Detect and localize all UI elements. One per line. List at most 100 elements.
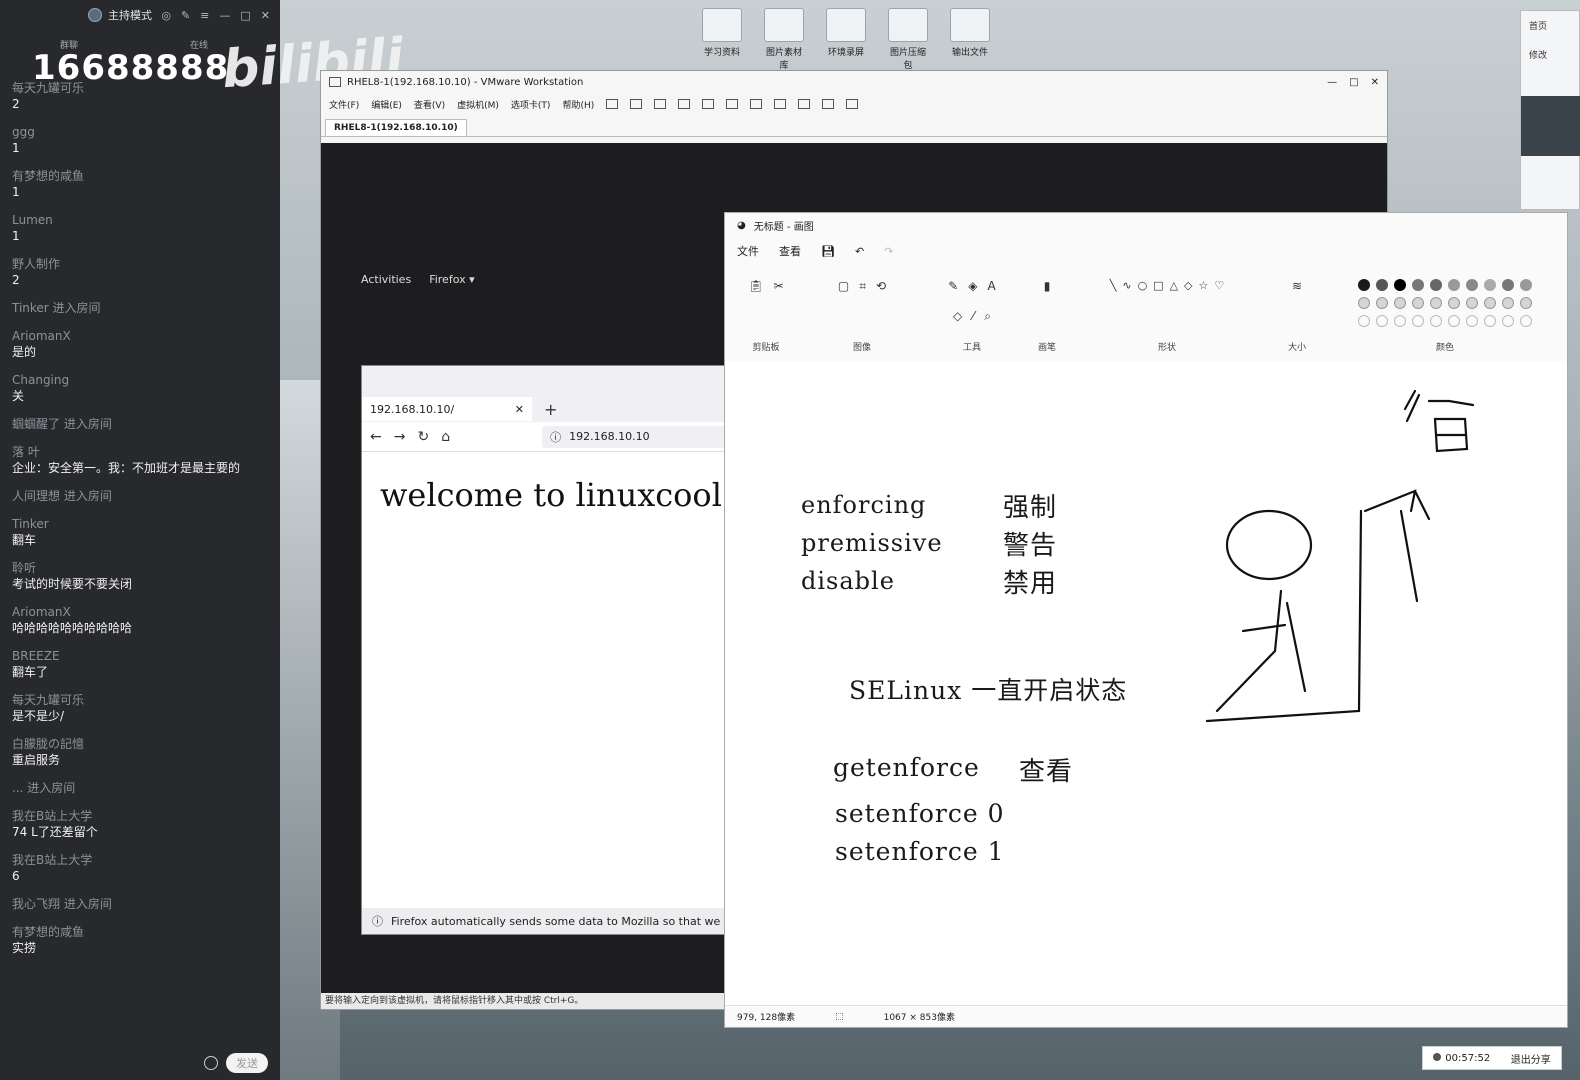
color-swatch[interactable] xyxy=(1358,297,1370,309)
triangle-icon[interactable]: △ xyxy=(1170,279,1178,292)
new-tab-icon[interactable]: + xyxy=(544,400,557,419)
activities-button[interactable]: Activities xyxy=(361,273,411,286)
rotate-icon[interactable]: ⟲ xyxy=(876,279,886,294)
color-swatch[interactable] xyxy=(1484,315,1496,327)
color-swatch[interactable] xyxy=(1502,297,1514,309)
view-icon[interactable] xyxy=(846,99,859,109)
cut-icon[interactable]: ✂ xyxy=(774,279,784,293)
color-swatch[interactable] xyxy=(1394,297,1406,309)
zoom-icon[interactable]: ⌕ xyxy=(984,309,991,324)
vmware-menu-item[interactable]: 选项卡(T) xyxy=(511,98,551,111)
snapshot-icon[interactable] xyxy=(654,99,667,109)
right-side-app-window[interactable]: 首页 修改 xyxy=(1520,10,1580,210)
pencil-icon[interactable]: ✎ xyxy=(948,279,958,293)
vmware-close-button[interactable]: ✕ xyxy=(1371,77,1379,88)
color-swatch[interactable] xyxy=(1412,315,1424,327)
color-swatch[interactable] xyxy=(1376,315,1388,327)
brush-icon[interactable]: ▮ xyxy=(1044,279,1051,293)
undo-icon[interactable]: ↶ xyxy=(855,245,864,258)
paint-canvas[interactable]: enforcing 强制 premissive 警告 disable 禁用 SE… xyxy=(725,361,1567,1007)
minimize-icon[interactable]: — xyxy=(219,9,230,22)
color-swatch[interactable] xyxy=(1466,297,1478,309)
revert-icon[interactable] xyxy=(678,99,691,109)
color-swatch[interactable] xyxy=(1394,315,1406,327)
picker-icon[interactable]: ⁄ xyxy=(972,309,974,324)
send-button[interactable]: 发送 xyxy=(226,1053,268,1073)
color-swatch[interactable] xyxy=(1520,279,1532,291)
emoji-icon[interactable] xyxy=(204,1056,218,1070)
manage-snapshot-icon[interactable] xyxy=(702,99,715,109)
color-swatch[interactable] xyxy=(1394,279,1406,291)
maximize-icon[interactable]: □ xyxy=(240,9,250,22)
color-swatch[interactable] xyxy=(1466,315,1478,327)
vmware-menu-item[interactable]: 编辑(E) xyxy=(371,98,402,111)
color-swatch[interactable] xyxy=(1448,279,1460,291)
color-swatch[interactable] xyxy=(1466,279,1478,291)
line-icon[interactable]: ╲ xyxy=(1110,279,1117,292)
menu-icon[interactable]: ≡ xyxy=(200,9,209,22)
firefox-app-menu[interactable]: Firefox ▾ xyxy=(429,273,474,286)
settings-icon[interactable]: ◎ xyxy=(161,9,171,22)
star-icon[interactable]: ☆ xyxy=(1199,279,1209,292)
color-swatch[interactable] xyxy=(1484,279,1496,291)
heart-icon[interactable]: ♡ xyxy=(1214,279,1224,292)
paste-icon[interactable]: 📋︎ xyxy=(748,279,763,293)
size-icon[interactable]: ≋ xyxy=(1292,279,1302,293)
oval-icon[interactable]: ○ xyxy=(1138,279,1148,292)
color-swatch[interactable] xyxy=(1484,297,1496,309)
color-swatch[interactable] xyxy=(1448,297,1460,309)
fill-icon[interactable]: ◈ xyxy=(968,279,977,293)
send-keys-icon[interactable] xyxy=(630,99,643,109)
close-icon[interactable]: ✕ xyxy=(261,9,270,22)
forward-icon[interactable]: → xyxy=(394,429,406,445)
vmware-menu-item[interactable]: 文件(F) xyxy=(329,98,359,111)
reload-icon[interactable]: ↻ xyxy=(417,429,429,445)
curve-icon[interactable]: ∿ xyxy=(1122,279,1131,292)
color-swatch[interactable] xyxy=(1520,297,1532,309)
redo-icon[interactable]: ↷ xyxy=(884,245,893,258)
diamond-icon[interactable]: ◇ xyxy=(1184,279,1192,292)
unity-icon[interactable] xyxy=(798,99,811,109)
rect-icon[interactable]: □ xyxy=(1153,279,1163,292)
desktop-icon[interactable]: 学习资料 xyxy=(700,8,744,71)
console-icon[interactable] xyxy=(750,99,763,109)
menu-view[interactable]: 查看 xyxy=(779,243,801,259)
desktop-icon[interactable]: 环境录屏 xyxy=(824,8,868,71)
firefox-tab[interactable]: 192.168.10.10/ ✕ xyxy=(362,397,532,421)
eraser-icon[interactable]: ◇ xyxy=(953,309,962,324)
color-swatch[interactable] xyxy=(1412,297,1424,309)
color-swatch[interactable] xyxy=(1502,315,1514,327)
sidebar-icon[interactable] xyxy=(726,99,739,109)
color-swatch[interactable] xyxy=(1358,315,1370,327)
home-icon[interactable]: ⌂ xyxy=(441,429,450,445)
color-swatch[interactable] xyxy=(1430,315,1442,327)
desktop-icon[interactable]: 图片素材库 xyxy=(762,8,806,71)
text-icon[interactable]: A xyxy=(988,279,996,293)
color-swatch[interactable] xyxy=(1430,279,1442,291)
pause-icon[interactable] xyxy=(606,99,619,109)
vmware-maximize-button[interactable]: □ xyxy=(1349,77,1358,88)
color-swatch[interactable] xyxy=(1358,279,1370,291)
vm-tab[interactable]: RHEL8-1(192.168.10.10) xyxy=(325,119,467,136)
vmware-menu-item[interactable]: 帮助(H) xyxy=(562,98,594,111)
desktop-icon[interactable]: 输出文件 xyxy=(948,8,992,71)
back-icon[interactable]: ← xyxy=(370,429,382,445)
color-swatch[interactable] xyxy=(1502,279,1514,291)
color-swatch[interactable] xyxy=(1412,279,1424,291)
tab-close-icon[interactable]: ✕ xyxy=(515,403,524,416)
vmware-menu-item[interactable]: 虚拟机(M) xyxy=(457,98,499,111)
vmware-menu-item[interactable]: 查看(V) xyxy=(414,98,445,111)
crop-icon[interactable]: ⌗ xyxy=(859,279,866,294)
vmware-minimize-button[interactable]: — xyxy=(1327,77,1337,88)
desktop-icon[interactable]: 图片压缩包 xyxy=(886,8,930,71)
select-icon[interactable]: ▢ xyxy=(838,279,849,294)
color-swatch[interactable] xyxy=(1430,297,1442,309)
exit-share-button[interactable]: 退出分享 xyxy=(1511,1051,1551,1066)
edit-icon[interactable]: ✎ xyxy=(181,9,190,22)
color-swatch[interactable] xyxy=(1448,315,1460,327)
color-swatch[interactable] xyxy=(1376,279,1388,291)
save-icon[interactable]: 💾︎ xyxy=(821,245,835,258)
menu-file[interactable]: 文件 xyxy=(737,243,759,259)
color-swatch[interactable] xyxy=(1376,297,1388,309)
fullscreen-icon[interactable] xyxy=(774,99,787,109)
